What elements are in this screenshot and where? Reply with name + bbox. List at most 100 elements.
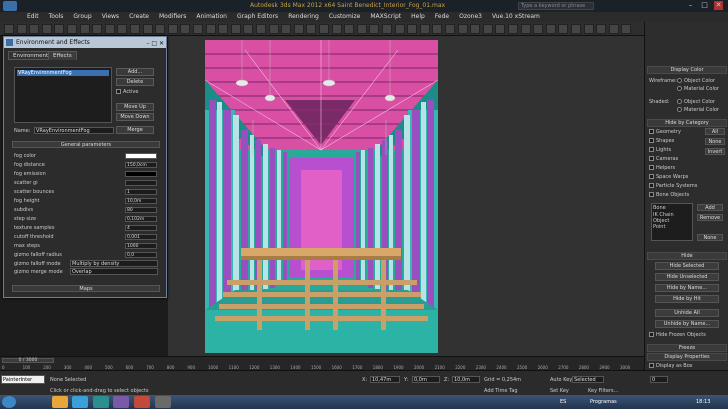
maximize-button[interactable]: □: [700, 1, 709, 10]
toolbar-tool-icon[interactable]: [382, 24, 392, 34]
category-checkbox[interactable]: Cameras: [649, 156, 678, 162]
app-taskbar-icon[interactable]: [134, 396, 150, 408]
toolbar-tool-icon[interactable]: [608, 24, 619, 34]
wireframe-object-color-radio[interactable]: Object Color: [677, 78, 715, 84]
camera-viewport[interactable]: [168, 36, 644, 356]
toolbar-tool-icon[interactable]: [344, 24, 355, 34]
toolbar-tool-icon[interactable]: [79, 24, 90, 34]
auto-key-button[interactable]: Auto Key: [550, 377, 572, 383]
set-key-button[interactable]: Set Key: [550, 388, 569, 394]
radio-icon[interactable]: [677, 78, 682, 83]
app-taskbar-icon[interactable]: [155, 396, 171, 408]
list-remove-button[interactable]: Remove: [697, 214, 723, 221]
toolbar-tool-icon[interactable]: [281, 24, 292, 34]
display-properties-header[interactable]: Display Properties: [647, 353, 727, 361]
toolbar-tool-icon[interactable]: [67, 24, 77, 34]
toolbar-tool-icon[interactable]: [533, 24, 544, 34]
delete-effect-button[interactable]: Delete: [116, 78, 154, 86]
toolbar-tool-icon[interactable]: [92, 24, 103, 34]
param-value-field[interactable]: 4: [125, 225, 157, 231]
x-coordinate-field[interactable]: 10,47m: [370, 376, 400, 383]
maps-header[interactable]: Maps: [12, 285, 160, 292]
menu-item[interactable]: Fede: [430, 12, 454, 22]
display-as-box-checkbox[interactable]: Display as Box: [649, 363, 693, 369]
param-value-field[interactable]: [125, 180, 157, 186]
param-value-field[interactable]: 10,0m: [125, 198, 157, 204]
hide-action-button[interactable]: Unhide by Name...: [655, 320, 719, 328]
tray-label[interactable]: Programas: [590, 399, 617, 405]
toolbar-tool-icon[interactable]: [394, 24, 405, 34]
menu-item[interactable]: Create: [124, 12, 154, 22]
toolbar-tool-icon[interactable]: [508, 24, 518, 34]
checkbox-icon[interactable]: [649, 138, 654, 143]
explorer-taskbar-icon[interactable]: [52, 396, 68, 408]
active-check-icon[interactable]: [116, 89, 121, 94]
toolbar-tool-icon[interactable]: [293, 24, 304, 34]
param-value-field[interactable]: 0,102m: [125, 216, 157, 222]
category-invert-button[interactable]: Invert: [705, 148, 725, 155]
toolbar-tool-icon[interactable]: [155, 24, 166, 34]
merge-button[interactable]: Merge: [116, 126, 154, 134]
checkbox-icon[interactable]: [649, 165, 654, 170]
menu-item[interactable]: Graph Editors: [232, 12, 283, 22]
menu-item[interactable]: Views: [97, 12, 124, 22]
toolbar-tool-icon[interactable]: [167, 24, 178, 34]
app-taskbar-icon[interactable]: [113, 396, 129, 408]
display-color-header[interactable]: Display Color: [647, 66, 727, 74]
checkbox-icon[interactable]: [649, 156, 654, 161]
browser-taskbar-icon[interactable]: [72, 396, 88, 408]
toolbar-tool-icon[interactable]: [621, 24, 632, 34]
hide-frozen-checkbox[interactable]: Hide Frozen Objects: [649, 332, 706, 338]
search-input[interactable]: Type a keyword or phrase: [518, 2, 594, 10]
checkbox-icon[interactable]: [649, 129, 654, 134]
gizmo-falloff-mode-select[interactable]: Multiply by density: [70, 260, 158, 267]
dialog-window-controls[interactable]: – □ ✕: [146, 38, 164, 49]
dialog-title-bar[interactable]: Environment and Effects – □ ✕: [4, 37, 166, 48]
list-item[interactable]: IK Chain Object: [652, 212, 692, 224]
toolbar-tool-icon[interactable]: [256, 24, 266, 34]
toolbar-tool-icon[interactable]: [117, 24, 128, 34]
key-filters-button[interactable]: Key Filters...: [588, 388, 618, 394]
radio-icon[interactable]: [677, 107, 682, 112]
category-all-button[interactable]: All: [705, 128, 725, 135]
toolbar-tool-icon[interactable]: [520, 24, 531, 34]
hide-action-button[interactable]: Hide Unselected: [655, 273, 719, 281]
menu-item[interactable]: Help: [406, 12, 430, 22]
checkbox-icon[interactable]: [649, 332, 654, 337]
language-indicator[interactable]: ES: [560, 399, 566, 405]
category-checkbox[interactable]: Bone Objects: [649, 192, 689, 198]
time-slider[interactable]: 0 / 3000: [2, 358, 54, 363]
toolbar-tool-icon[interactable]: [230, 24, 241, 34]
gizmo-merge-mode-select[interactable]: Overlap: [70, 268, 158, 275]
minimize-button[interactable]: –: [686, 1, 695, 10]
param-value-field[interactable]: 1000: [125, 243, 157, 249]
menu-item[interactable]: Animation: [191, 12, 232, 22]
toolbar-tool-icon[interactable]: [356, 24, 367, 34]
toolbar-tool-icon[interactable]: [54, 24, 65, 34]
toolbar-tool-icon[interactable]: [4, 24, 14, 34]
name-field[interactable]: VRayEnvironmentFog: [34, 127, 114, 134]
toolbar-tool-icon[interactable]: [193, 24, 203, 34]
hide-action-button[interactable]: Hide Selected: [655, 262, 719, 270]
menu-item[interactable]: Vue.10 xStream: [487, 12, 545, 22]
toolbar-tool-icon[interactable]: [545, 24, 556, 34]
toolbar-tool-icon[interactable]: [319, 24, 329, 34]
toolbar-tool-icon[interactable]: [29, 24, 40, 34]
param-value-field[interactable]: 0,0: [125, 252, 157, 258]
add-effect-button[interactable]: Add...: [116, 68, 154, 76]
toolbar-tool-icon[interactable]: [41, 24, 52, 34]
category-checkbox[interactable]: Shapes: [649, 138, 674, 144]
z-coordinate-field[interactable]: 10,0m: [452, 376, 480, 383]
menu-item[interactable]: Rendering: [283, 12, 324, 22]
current-frame-field[interactable]: 0: [650, 376, 668, 383]
toolbar-tool-icon[interactable]: [16, 24, 27, 34]
selected-dropdown[interactable]: Selected: [572, 376, 604, 383]
menu-item[interactable]: Customize: [324, 12, 366, 22]
app-logo-icon[interactable]: [3, 1, 17, 11]
move-down-button[interactable]: Move Down: [116, 113, 154, 121]
menu-item[interactable]: MAXScript: [365, 12, 406, 22]
toolbar-tool-icon[interactable]: [369, 24, 380, 34]
radio-icon[interactable]: [677, 99, 682, 104]
wireframe-material-color-radio[interactable]: Material Color: [677, 86, 719, 92]
menu-item[interactable]: Edit: [22, 12, 44, 22]
